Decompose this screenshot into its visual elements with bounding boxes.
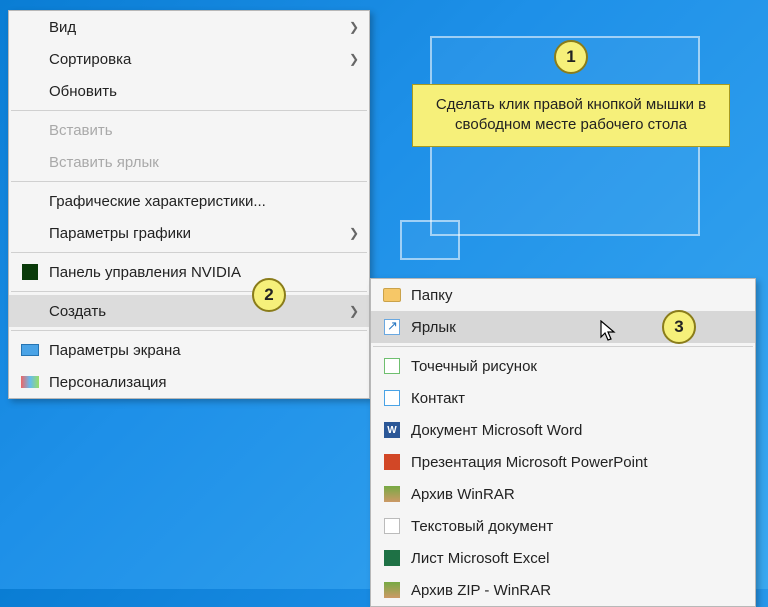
submenu-item-excel[interactable]: Лист Microsoft Excel bbox=[371, 542, 755, 574]
menu-separator bbox=[11, 252, 367, 253]
blank-icon bbox=[17, 49, 43, 69]
menu-item-label: Вставить ярлык bbox=[43, 154, 359, 171]
menu-item-label: Графические характеристики... bbox=[43, 193, 359, 210]
menu-item-label: Контакт bbox=[405, 390, 745, 407]
menu-item-view[interactable]: Вид ❯ bbox=[9, 11, 369, 43]
instruction-tooltip: Сделать клик правой кнопкой мышки в своб… bbox=[412, 84, 730, 147]
powerpoint-icon bbox=[379, 452, 405, 472]
winrar-icon bbox=[379, 484, 405, 504]
menu-item-label: Персонализация bbox=[43, 374, 359, 391]
zip-icon bbox=[379, 580, 405, 600]
menu-item-label: Создать bbox=[43, 303, 349, 320]
menu-item-label: Текстовый документ bbox=[405, 518, 745, 535]
submenu-item-contact[interactable]: Контакт bbox=[371, 382, 755, 414]
menu-item-label: Архив WinRAR bbox=[405, 486, 745, 503]
bitmap-icon bbox=[379, 356, 405, 376]
menu-item-label: Вид bbox=[43, 19, 349, 36]
menu-item-label: Презентация Microsoft PowerPoint bbox=[405, 454, 745, 471]
menu-item-display-settings[interactable]: Параметры экрана bbox=[9, 334, 369, 366]
menu-item-refresh[interactable]: Обновить bbox=[9, 75, 369, 107]
menu-item-label: Архив ZIP - WinRAR bbox=[405, 582, 745, 599]
menu-separator bbox=[11, 181, 367, 182]
step-badge-1: 1 bbox=[554, 40, 588, 74]
chevron-right-icon: ❯ bbox=[349, 52, 359, 66]
menu-separator bbox=[373, 346, 753, 347]
step-badge-2-label: 2 bbox=[264, 285, 273, 305]
create-submenu: Папку Ярлык Точечный рисунок Контакт W Д… bbox=[370, 278, 756, 607]
blank-icon bbox=[17, 301, 43, 321]
submenu-item-word[interactable]: W Документ Microsoft Word bbox=[371, 414, 755, 446]
chevron-right-icon: ❯ bbox=[349, 20, 359, 34]
blank-icon bbox=[17, 17, 43, 37]
menu-item-label: Папку bbox=[405, 287, 745, 304]
menu-item-graphics-params[interactable]: Параметры графики ❯ bbox=[9, 217, 369, 249]
submenu-item-shortcut[interactable]: Ярлык bbox=[371, 311, 755, 343]
text-icon bbox=[379, 516, 405, 536]
menu-item-create[interactable]: Создать ❯ bbox=[9, 295, 369, 327]
submenu-item-zip[interactable]: Архив ZIP - WinRAR bbox=[371, 574, 755, 606]
submenu-item-folder[interactable]: Папку bbox=[371, 279, 755, 311]
menu-item-paste-shortcut: Вставить ярлык bbox=[9, 146, 369, 178]
menu-item-personalization[interactable]: Персонализация bbox=[9, 366, 369, 398]
menu-item-label: Параметры графики bbox=[43, 225, 349, 242]
menu-item-label: Лист Microsoft Excel bbox=[405, 550, 745, 567]
menu-separator bbox=[11, 110, 367, 111]
menu-item-label: Точечный рисунок bbox=[405, 358, 745, 375]
menu-item-label: Параметры экрана bbox=[43, 342, 359, 359]
menu-item-label: Обновить bbox=[43, 83, 359, 100]
menu-item-paste: Вставить bbox=[9, 114, 369, 146]
step-badge-3: 3 bbox=[662, 310, 696, 344]
blank-icon bbox=[17, 120, 43, 140]
blank-icon bbox=[17, 81, 43, 101]
step-badge-3-label: 3 bbox=[674, 317, 683, 337]
menu-item-sort[interactable]: Сортировка ❯ bbox=[9, 43, 369, 75]
contact-icon bbox=[379, 388, 405, 408]
excel-icon bbox=[379, 548, 405, 568]
menu-item-graphics-characteristics[interactable]: Графические характеристики... bbox=[9, 185, 369, 217]
blank-icon bbox=[17, 152, 43, 172]
instruction-text: Сделать клик правой кнопкой мышки в своб… bbox=[436, 96, 706, 133]
menu-separator bbox=[11, 330, 367, 331]
desktop-context-menu: Вид ❯ Сортировка ❯ Обновить Вставить Вст… bbox=[8, 10, 370, 399]
chevron-right-icon: ❯ bbox=[349, 304, 359, 318]
step-badge-2: 2 bbox=[252, 278, 286, 312]
submenu-item-bitmap[interactable]: Точечный рисунок bbox=[371, 350, 755, 382]
step-badge-1-label: 1 bbox=[566, 47, 575, 67]
submenu-item-text[interactable]: Текстовый документ bbox=[371, 510, 755, 542]
submenu-item-powerpoint[interactable]: Презентация Microsoft PowerPoint bbox=[371, 446, 755, 478]
menu-item-label: Документ Microsoft Word bbox=[405, 422, 745, 439]
cursor-icon bbox=[600, 320, 620, 344]
blank-icon bbox=[17, 191, 43, 211]
monitor-icon bbox=[17, 340, 43, 360]
menu-item-nvidia[interactable]: Панель управления NVIDIA bbox=[9, 256, 369, 288]
background-window-outline-small bbox=[400, 220, 460, 260]
nvidia-icon bbox=[17, 262, 43, 282]
submenu-item-winrar[interactable]: Архив WinRAR bbox=[371, 478, 755, 510]
word-icon: W bbox=[379, 420, 405, 440]
menu-separator bbox=[11, 291, 367, 292]
chevron-right-icon: ❯ bbox=[349, 226, 359, 240]
personalization-icon bbox=[17, 372, 43, 392]
menu-item-label: Вставить bbox=[43, 122, 359, 139]
shortcut-icon bbox=[379, 317, 405, 337]
folder-icon bbox=[379, 285, 405, 305]
blank-icon bbox=[17, 223, 43, 243]
menu-item-label: Сортировка bbox=[43, 51, 349, 68]
menu-item-label: Панель управления NVIDIA bbox=[43, 264, 359, 281]
